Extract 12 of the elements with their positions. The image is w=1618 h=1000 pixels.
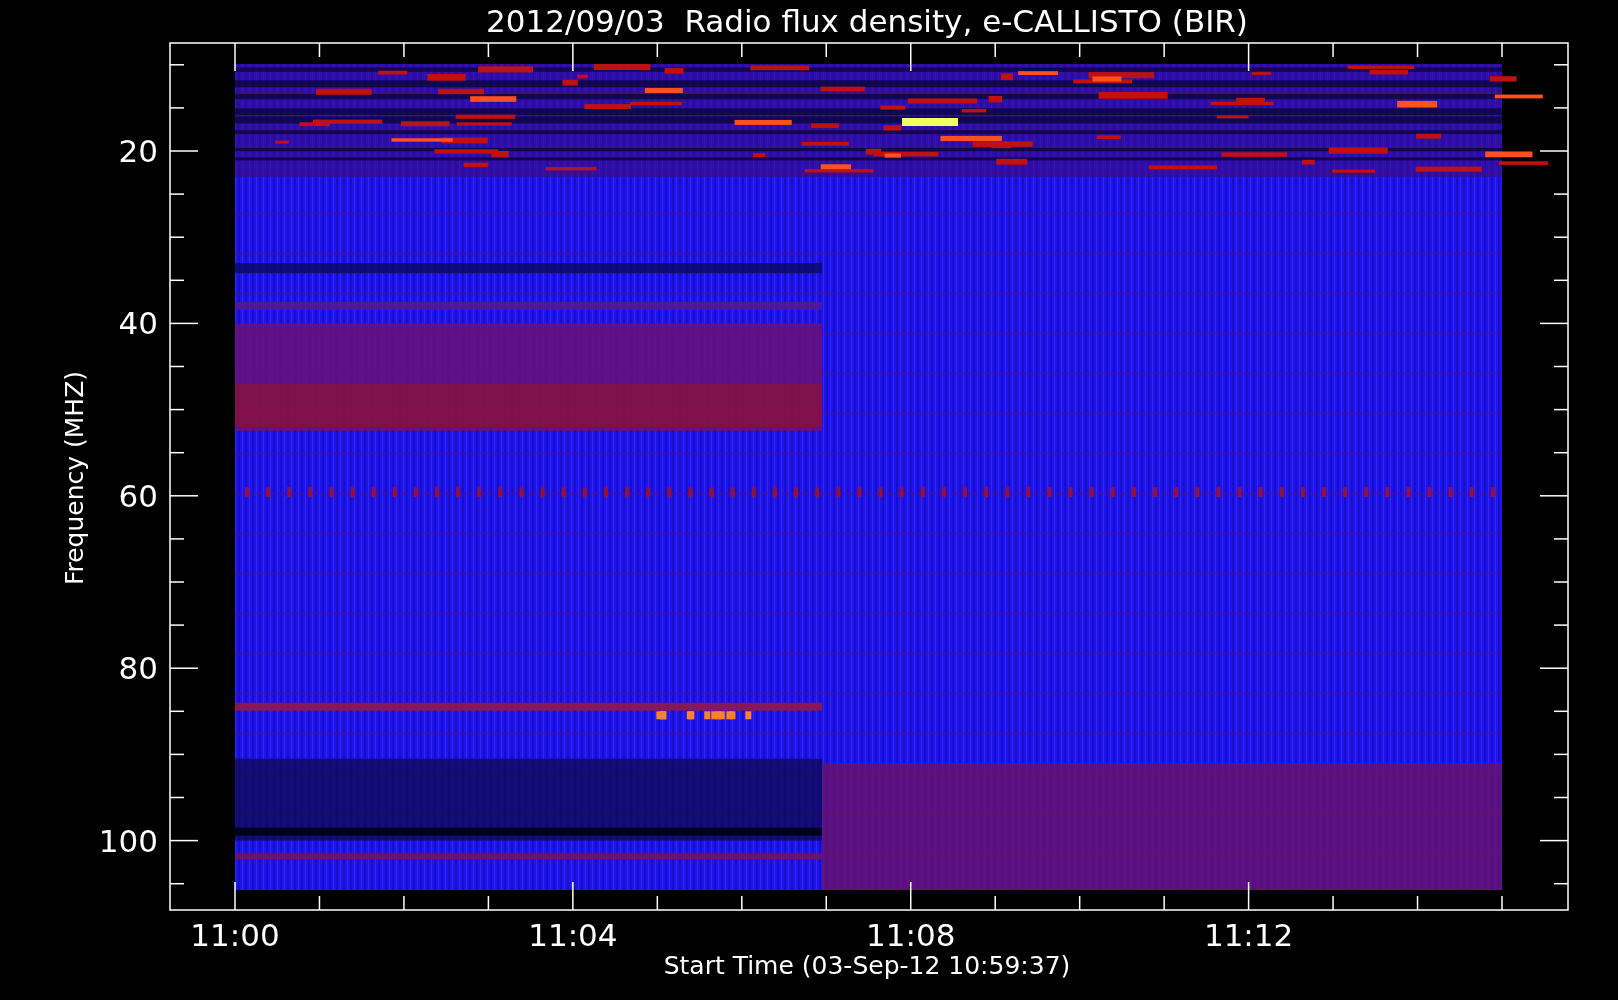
chart-title: 2012/09/03 Radio flux density, e-CALLISTO (BIR) — [486, 3, 1248, 39]
y-tick-label: 80 — [118, 650, 158, 687]
x-tick-label: 11:12 — [1203, 917, 1294, 953]
y-tick-label: 100 — [98, 822, 158, 859]
y-axis-label: Frequency (MHZ) — [60, 370, 89, 586]
x-tick-label: 11:04 — [528, 917, 618, 953]
x-axis-label: Start Time (03-Sep-12 10:59:37) — [663, 951, 1071, 980]
y-tick-label: 60 — [118, 477, 158, 514]
y-tick-label: 40 — [118, 305, 158, 342]
y-tick-label: 20 — [118, 133, 158, 169]
x-tick-label: 11:00 — [190, 917, 280, 953]
x-tick-label: 11:08 — [866, 917, 956, 953]
